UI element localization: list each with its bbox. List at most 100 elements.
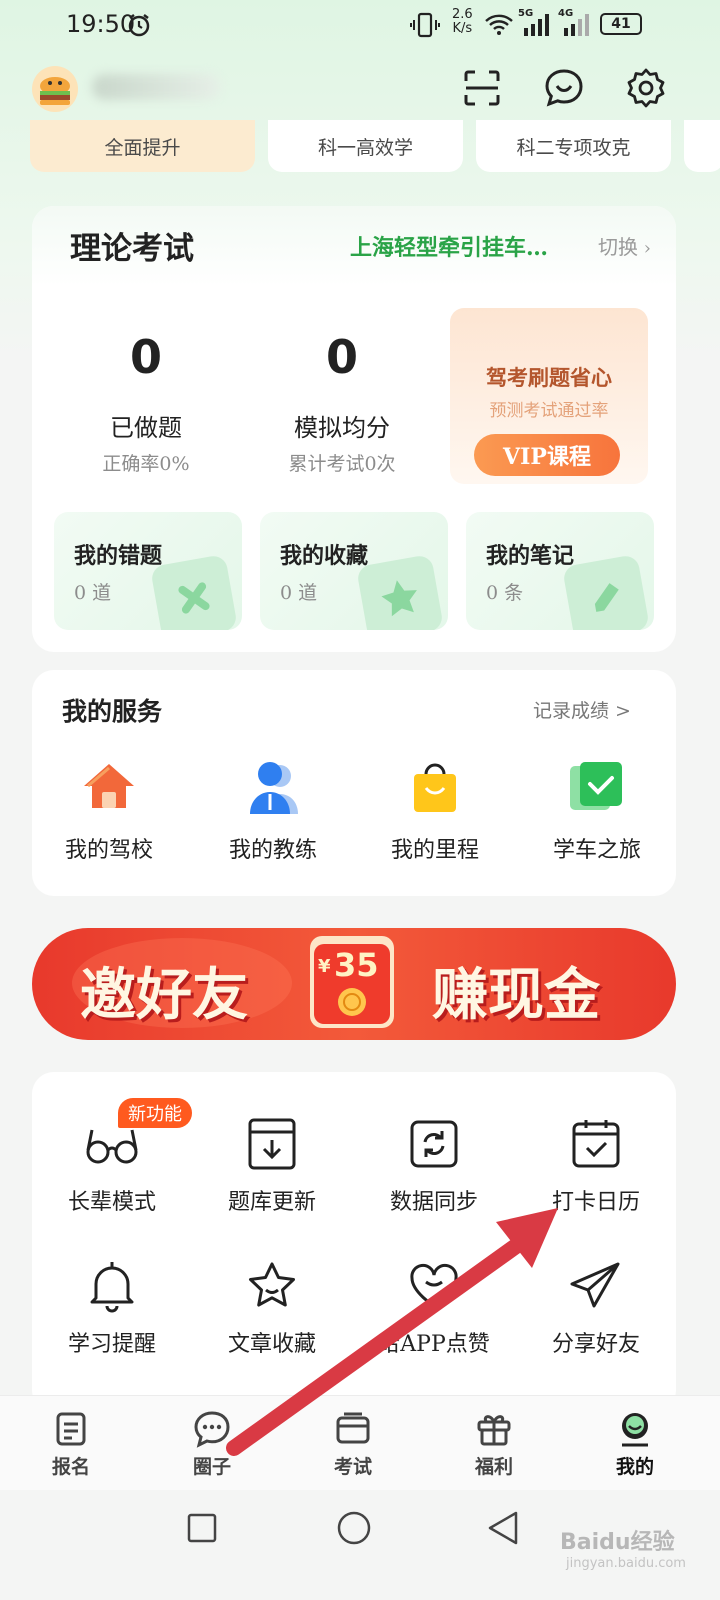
tool-share-friends-label: 分享好友 <box>551 1332 640 1357</box>
notes-count: 0 条 <box>486 582 524 604</box>
service-my-school[interactable]: 我的驾校 <box>44 758 174 868</box>
exam-card-icon <box>336 1412 370 1444</box>
banner-earn-text: 赚现金 <box>432 962 600 1028</box>
service-my-coach-label: 我的教练 <box>228 838 317 863</box>
nav-mine[interactable]: 我的 <box>580 1404 690 1484</box>
avg-score: 0 <box>325 330 358 384</box>
tool-share-friends[interactable]: 分享好友 <box>518 1258 674 1368</box>
signal-icon-1 <box>524 14 549 36</box>
scan-button[interactable] <box>458 64 506 112</box>
accuracy-text: 正确率0% <box>102 453 190 475</box>
vip-subtitle: 预测考试通过率 <box>489 401 609 421</box>
signup-doc-icon <box>56 1412 86 1446</box>
service-my-coach[interactable]: 我的教练 <box>208 758 338 868</box>
profile-face-icon <box>622 1413 648 1447</box>
back-icon[interactable] <box>486 1510 520 1546</box>
wrong-questions-title: 我的错题 <box>74 543 163 569</box>
chevron-right-icon: › <box>638 238 651 259</box>
services-title: 我的服务 <box>62 697 163 726</box>
gear-icon <box>627 68 665 108</box>
sync-icon <box>410 1120 458 1168</box>
check-square-icon <box>570 762 622 810</box>
nav-signup[interactable]: 报名 <box>16 1404 126 1484</box>
vip-promo[interactable]: 驾考刷题省心 预测考试通过率 VIP课程 <box>450 308 648 484</box>
vibrate-icon <box>410 12 440 38</box>
download-box-icon <box>248 1118 296 1170</box>
favorites-title: 我的收藏 <box>280 543 369 569</box>
wrong-questions-count: 0 道 <box>74 582 112 604</box>
shopping-bag-icon <box>414 763 456 812</box>
service-my-mileage[interactable]: 我的里程 <box>370 758 500 868</box>
calendar-check-icon <box>572 1120 620 1168</box>
star-icon <box>249 1262 295 1307</box>
signal-icon-2 <box>564 14 589 36</box>
nav-benefits[interactable]: 福利 <box>439 1404 549 1484</box>
record-score-link[interactable]: 记录成绩 > <box>533 696 631 723</box>
car-type-selector[interactable]: 上海轻型牵引挂车… <box>350 230 548 262</box>
nav-signup-label: 报名 <box>51 1456 90 1478</box>
recent-apps-icon[interactable] <box>186 1512 218 1544</box>
alarm-icon <box>128 14 150 37</box>
school-house-icon <box>84 764 134 808</box>
nav-exam[interactable]: 考试 <box>298 1404 408 1484</box>
service-learning-journey-label: 学车之旅 <box>552 838 641 863</box>
nav-exam-label: 考试 <box>333 1456 372 1478</box>
home-icon[interactable] <box>336 1510 372 1546</box>
tool-data-sync-label: 数据同步 <box>389 1190 478 1215</box>
new-feature-badge: 新功能 <box>118 1098 192 1128</box>
notes-card[interactable]: 我的笔记 0 条 <box>466 512 654 630</box>
nav-mine-label: 我的 <box>615 1456 654 1478</box>
tool-elder-mode-label: 长辈模式 <box>67 1190 156 1215</box>
done-label: 已做题 <box>110 414 182 442</box>
clock-time: 19:50 <box>66 10 136 38</box>
avatar[interactable] <box>32 66 78 112</box>
theory-title: 理论考试 <box>70 231 194 267</box>
bell-icon <box>90 1262 134 1313</box>
battery-indicator: 41 <box>600 13 642 35</box>
heart-icon <box>410 1263 458 1308</box>
baidu-watermark: Baidu经验 <box>560 1530 675 1555</box>
gift-icon <box>477 1415 511 1446</box>
tab-subject-overall[interactable]: 全面提升 <box>30 120 255 172</box>
tool-data-sync[interactable]: 数据同步 <box>356 1116 512 1226</box>
favorites-count: 0 道 <box>280 582 318 604</box>
star-icon <box>355 553 445 630</box>
done-count: 0 <box>129 330 162 384</box>
tab-subject-one[interactable]: 科一高效学 <box>268 120 463 172</box>
message-button[interactable] <box>540 64 588 112</box>
paper-plane-icon <box>570 1262 620 1308</box>
vip-course-button[interactable]: VIP课程 <box>474 434 620 476</box>
tab-subject-two[interactable]: 科二专项攻克 <box>476 120 671 172</box>
tool-elder-mode[interactable]: 长辈模式 <box>34 1116 190 1226</box>
notes-title: 我的笔记 <box>486 543 575 569</box>
tool-article-favorites-label: 文章收藏 <box>227 1332 316 1357</box>
tool-article-favorites[interactable]: 文章收藏 <box>194 1258 350 1368</box>
cross-icon <box>149 553 239 630</box>
favorites-card[interactable]: 我的收藏 0 道 <box>260 512 448 630</box>
tool-question-bank-update-label: 题库更新 <box>227 1190 316 1215</box>
message-icon <box>545 69 583 107</box>
banner-invite-text: 邀好友 <box>80 962 248 1028</box>
exam-count-text: 累计考试0次 <box>288 453 396 475</box>
baidu-watermark-url: jingyan.baidu.com <box>566 1556 686 1571</box>
status-bar: 19:50 2.6 K/s 5G 4G 41 <box>0 0 720 50</box>
service-learning-journey[interactable]: 学车之旅 <box>532 758 662 868</box>
tool-study-reminder[interactable]: 学习提醒 <box>34 1258 190 1368</box>
service-my-mileage-label: 我的里程 <box>390 838 479 863</box>
wrong-questions-card[interactable]: 我的错题 0 道 <box>54 512 242 630</box>
nav-community[interactable]: 圈子 <box>157 1404 267 1484</box>
nav-benefits-label: 福利 <box>474 1456 513 1478</box>
tool-checkin-calendar-label: 打卡日历 <box>551 1190 640 1215</box>
username-blurred[interactable] <box>92 74 220 100</box>
tool-checkin-calendar[interactable]: 打卡日历 <box>518 1116 674 1226</box>
tool-like-app[interactable]: 给APP点赞 <box>356 1258 512 1368</box>
vip-title: 驾考刷题省心 <box>486 365 612 390</box>
burger-avatar-icon <box>40 77 70 105</box>
tab-subject-more[interactable] <box>684 120 720 172</box>
switch-car-button[interactable]: 切换 › <box>598 231 651 260</box>
wifi-icon <box>485 14 513 35</box>
tool-question-bank-update[interactable]: 题库更新 <box>194 1116 350 1226</box>
nav-community-label: 圈子 <box>192 1456 231 1478</box>
settings-button[interactable] <box>622 64 670 112</box>
coach-person-icon <box>250 762 298 814</box>
